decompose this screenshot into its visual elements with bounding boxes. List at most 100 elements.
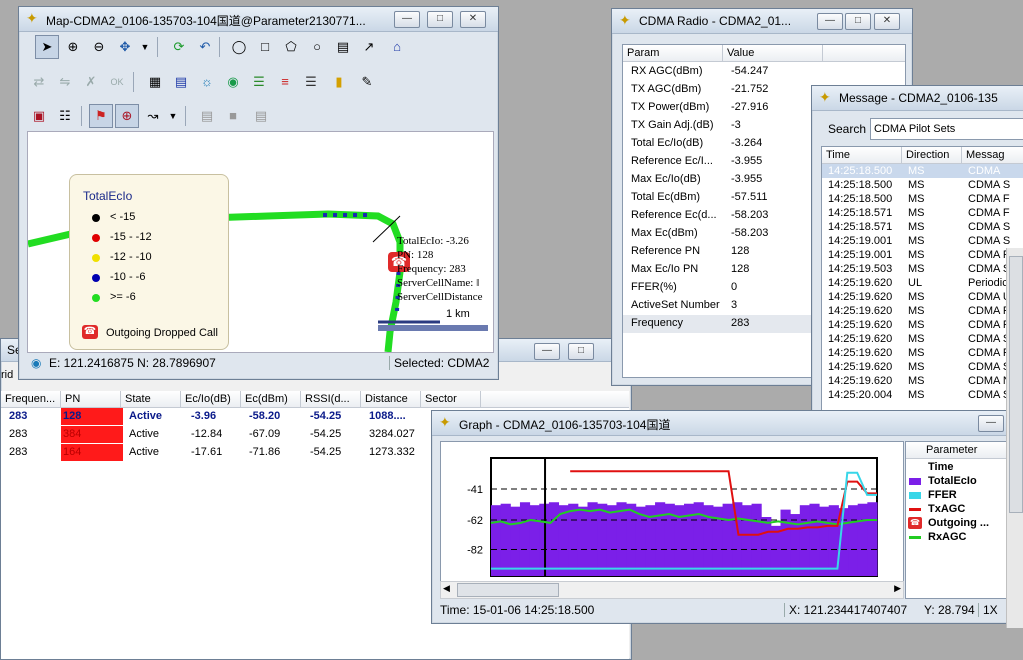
col-param[interactable]: Param [623, 45, 723, 61]
bar-totalecio [635, 506, 646, 576]
map-close-button[interactable]: ✕ [460, 11, 486, 28]
clipboard-icon[interactable]: ☷ [53, 104, 77, 128]
radius-select-icon[interactable]: ○ [305, 35, 329, 59]
blank-icon[interactable]: ■ [221, 104, 245, 128]
sector-maximize-button[interactable]: □ [568, 343, 594, 360]
home-icon[interactable]: ⌂ [385, 35, 409, 59]
table-row[interactable]: 14:25:18.500 MS CDMA F [822, 192, 1023, 206]
map-minimize-button[interactable]: — [394, 11, 420, 28]
measure-icon[interactable]: ▤ [195, 104, 219, 128]
radio-minimize-button[interactable]: — [817, 13, 843, 30]
col-pn[interactable]: PN [61, 391, 121, 407]
pin-icon[interactable]: ⚑ [89, 104, 113, 128]
table-row[interactable]: 14:25:18.571 MS CDMA S [822, 220, 1023, 234]
scroll-left-icon[interactable]: ◀ [443, 583, 450, 594]
crosshair-icon[interactable]: ⊕ [115, 104, 139, 128]
table-row[interactable]: 14:25:19.620 MS CDMA F [822, 346, 1023, 360]
globe-settings-icon[interactable]: ☼ [195, 70, 219, 94]
graph-legend-item[interactable]: TxAGC [906, 502, 1012, 516]
polygon-select-icon[interactable]: ⬠ [279, 35, 303, 59]
msg-time: 14:25:19.620 [828, 305, 893, 317]
sector-minimize-button[interactable]: — [534, 343, 560, 360]
delete-icon[interactable]: ✗ [79, 70, 103, 94]
col-value[interactable]: Value [723, 45, 823, 61]
dropdown-arrow-icon[interactable]: ▼ [165, 104, 181, 128]
table-row[interactable]: 14:25:19.620 MS CDMA S [822, 360, 1023, 374]
zoom-out-icon[interactable]: ⊖ [87, 35, 111, 59]
graph-legend-item[interactable]: TotalEcIo [906, 474, 1012, 488]
dropdown-arrow-icon[interactable]: ▼ [137, 35, 153, 59]
edit-icon[interactable]: ✎ [355, 70, 379, 94]
undo-icon[interactable]: ↶ [193, 35, 217, 59]
list-icon[interactable]: ☰ [299, 70, 323, 94]
scroll-thumb[interactable] [457, 583, 559, 597]
search-input[interactable]: CDMA Pilot Sets [870, 118, 1023, 140]
map-titlebar[interactable]: ✦ Map-CDMA2_0106-135703-104国道@Parameter2… [19, 7, 498, 32]
graph-legend-item[interactable]: ☎ Outgoing ... [906, 516, 1012, 530]
select-arrow-icon[interactable]: ➤ [35, 35, 59, 59]
layers-icon[interactable]: ☰ [247, 70, 271, 94]
col-frequency[interactable]: Frequen... [1, 391, 61, 407]
map-canvas[interactable]: TotalEcIo < -15 -15 - -12 -12 - -10 -10 … [27, 131, 494, 353]
refresh-icon[interactable]: ⟳ [167, 35, 191, 59]
color-bars-icon[interactable]: ▮ [327, 70, 351, 94]
radio-close-button[interactable]: ✕ [874, 13, 900, 30]
table-row[interactable]: 14:25:18.500 MS CDMA S [822, 178, 1023, 192]
map-maximize-button[interactable]: □ [427, 11, 453, 28]
radio-titlebar[interactable]: ✦ CDMA Radio - CDMA2_01... — □ ✕ [612, 9, 912, 34]
table-row[interactable]: 14:25:19.620 UL Periodic [822, 276, 1023, 290]
col-state[interactable]: State [121, 391, 181, 407]
scroll-thumb[interactable] [1009, 256, 1023, 513]
dropped-call-icon: ☎ [82, 325, 98, 339]
link-icon[interactable]: ⇄ [27, 70, 51, 94]
ruler-icon[interactable]: ▤ [331, 35, 355, 59]
col-direction[interactable]: Direction [902, 147, 962, 163]
radio-maximize-button[interactable]: □ [845, 13, 871, 30]
table-icon[interactable]: ▤ [169, 70, 193, 94]
col-rssi[interactable]: RSSI(d... [301, 391, 361, 407]
graph-legend-item[interactable]: FFER [906, 488, 1012, 502]
col-ec[interactable]: Ec(dBm) [241, 391, 301, 407]
col-time[interactable]: Time [822, 147, 902, 163]
col-message[interactable]: Messag [962, 147, 1023, 163]
graph-minimize-button[interactable]: — [978, 415, 1004, 432]
table-row[interactable]: 14:25:19.620 MS CDMA F [822, 318, 1023, 332]
ok-icon[interactable]: OK [105, 70, 129, 94]
document-icon[interactable]: ▤ [249, 104, 273, 128]
table-row[interactable]: 14:25:19.620 MS CDMA U [822, 290, 1023, 304]
unlink-icon[interactable]: ⇋ [53, 70, 77, 94]
col-sector[interactable]: Sector [421, 391, 481, 407]
col-parameter[interactable]: Parameter [906, 442, 1012, 458]
cell-ecio: -3.96 [191, 410, 217, 422]
rect-select-icon[interactable]: □ [253, 35, 277, 59]
layer-stack-icon[interactable]: ≡ [273, 70, 297, 94]
message-titlebar[interactable]: ✦ Message - CDMA2_0106-135 [812, 86, 1023, 111]
col-distance[interactable]: Distance [361, 391, 421, 407]
table-row[interactable]: 14:25:19.620 MS CDMA N [822, 374, 1023, 388]
table-row[interactable]: 14:25:18.571 MS CDMA F [822, 206, 1023, 220]
graph-legend-item[interactable]: RxAGC [906, 530, 1012, 544]
table-row[interactable]: 14:25:18.500 MS CDMA [822, 164, 1023, 178]
distance-icon[interactable]: ↗ [357, 35, 381, 59]
image-icon[interactable]: ▣ [27, 104, 51, 128]
col-ecio[interactable]: Ec/Io(dB) [181, 391, 241, 407]
lasso-icon[interactable]: ◯ [227, 35, 251, 59]
route-icon[interactable]: ↝ [141, 104, 165, 128]
scroll-right-icon[interactable]: ▶ [894, 583, 901, 594]
table-row[interactable]: RX AGC(dBm) -54.247 [623, 63, 905, 81]
graph-plot-area[interactable]: -41 -62 -82 [440, 441, 904, 599]
table-row[interactable]: 14:25:19.001 MS CDMA F [822, 248, 1023, 262]
main-scrollbar[interactable] [1006, 248, 1023, 628]
graph-legend-item[interactable]: Time [906, 460, 1012, 474]
table-row[interactable]: 14:25:20.004 MS CDMA S [822, 388, 1023, 402]
grid-icon[interactable]: ▦ [143, 70, 167, 94]
table-row[interactable]: 14:25:19.001 MS CDMA S [822, 234, 1023, 248]
table-row[interactable]: 14:25:19.620 MS CDMA F [822, 304, 1023, 318]
graph-titlebar[interactable]: ✦ Graph - CDMA2_0106-135703-104国道 — [432, 411, 1012, 436]
table-row[interactable]: 14:25:19.503 MS CDMA S [822, 262, 1023, 276]
pan-icon[interactable]: ✥ [113, 35, 137, 59]
table-row[interactable]: 14:25:19.620 MS CDMA S [822, 332, 1023, 346]
zoom-in-icon[interactable]: ⊕ [61, 35, 85, 59]
graph-scrollbar[interactable]: ◀ ▶ [440, 581, 904, 599]
globe-icon[interactable]: ◉ [221, 70, 245, 94]
